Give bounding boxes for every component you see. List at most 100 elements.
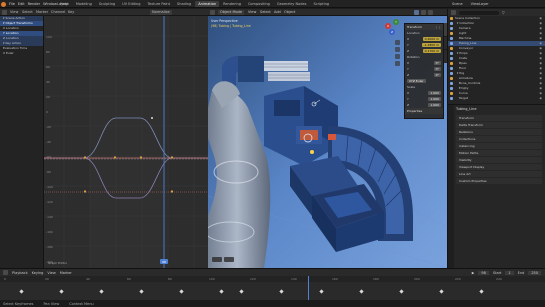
- timeline-playhead[interactable]: [308, 276, 309, 302]
- graph-menu-channel[interactable]: Channel: [51, 10, 65, 15]
- timeline-keyframe[interactable]: [479, 289, 484, 294]
- graph-menu-view[interactable]: View: [10, 10, 18, 15]
- end-frame-field[interactable]: 250: [528, 270, 541, 275]
- channel-row[interactable]: X Euler: [0, 51, 43, 56]
- scene-label[interactable]: Scene: [452, 2, 463, 6]
- properties-section-header[interactable]: Relations: [456, 129, 542, 135]
- viewport-menu-view[interactable]: View: [248, 10, 256, 15]
- selected-handle[interactable]: [151, 117, 153, 119]
- properties-section-header[interactable]: Instancing: [456, 143, 542, 149]
- scale-z-field[interactable]: 1.000: [428, 103, 441, 107]
- play-button-icon[interactable]: ▶: [472, 271, 475, 275]
- timeline-keyframe[interactable]: [59, 289, 64, 294]
- loop-toggle-icon[interactable]: [224, 257, 234, 262]
- shading-solid-icon[interactable]: [414, 10, 419, 15]
- shading-rendered-icon[interactable]: [428, 10, 433, 15]
- timeline-editor-icon[interactable]: [3, 270, 8, 275]
- workspace-tab-geometry-nodes[interactable]: Geometry Nodes: [274, 1, 310, 7]
- current-frame-field[interactable]: 98: [478, 270, 489, 275]
- editor-type-icon[interactable]: [2, 10, 7, 15]
- properties-label: Properties: [407, 109, 423, 113]
- rotation-x-field[interactable]: 0°: [433, 61, 441, 65]
- shading-material-icon[interactable]: [421, 10, 426, 15]
- timeline-keyframe[interactable]: [439, 289, 444, 294]
- viewport-menu-add[interactable]: Add: [274, 10, 281, 15]
- scale-x-field[interactable]: 1.000: [428, 91, 441, 95]
- properties-section-header[interactable]: Custom Properties: [456, 178, 542, 184]
- outliner-editor-icon[interactable]: [451, 10, 456, 15]
- menu-edit[interactable]: Edit: [18, 2, 25, 6]
- properties-section-header[interactable]: Motion Paths: [456, 150, 542, 156]
- outliner-row[interactable]: Target ◉: [448, 96, 545, 101]
- properties-section-header[interactable]: Collections: [456, 136, 542, 142]
- object-type-icon: [450, 42, 453, 45]
- view-layer-label[interactable]: ViewLayer: [471, 2, 489, 6]
- grid-toggle-icon[interactable]: [395, 61, 400, 66]
- timeline-keyframe[interactable]: [319, 289, 324, 294]
- object-mode-dropdown[interactable]: Object Mode: [218, 10, 245, 15]
- pan-hand-icon[interactable]: [395, 47, 400, 52]
- graph-canvas[interactable]: 100806040200-20-40-60-80-100-120-140-160…: [44, 16, 208, 268]
- timeline-keyframe[interactable]: [399, 289, 404, 294]
- start-frame-field[interactable]: 1: [505, 270, 514, 275]
- zoom-icon[interactable]: [395, 40, 400, 45]
- timeline-menu-keying[interactable]: Keying: [32, 271, 44, 275]
- properties-section-header[interactable]: Visibility: [456, 157, 542, 163]
- workspace-tab-sculpting[interactable]: Sculpting: [96, 1, 118, 7]
- workspace-tab-uv-editing[interactable]: UV Editing: [119, 1, 143, 7]
- timeline-keyframe[interactable]: [99, 289, 104, 294]
- graph-menu-marker[interactable]: Marker: [36, 10, 48, 15]
- play-controls-icon[interactable]: [212, 257, 222, 262]
- timeline-keyframes[interactable]: [0, 289, 545, 294]
- rotation-y-field[interactable]: 0°: [433, 67, 441, 71]
- properties-section-header[interactable]: Transform: [456, 115, 542, 121]
- menu-render[interactable]: Render: [28, 2, 40, 6]
- workspace-tab-scripting[interactable]: Scripting: [310, 1, 332, 7]
- location-z-field[interactable]: 0.1700 m: [422, 49, 441, 53]
- graph-menu-select[interactable]: Select: [22, 10, 33, 15]
- workspace-tab-rendering[interactable]: Rendering: [220, 1, 244, 7]
- timeline-keyframe[interactable]: [179, 289, 184, 294]
- workspace-tab-shading[interactable]: Shading: [174, 1, 194, 7]
- timeline-menu-playback[interactable]: Playback: [12, 271, 28, 275]
- viewport-menu-object[interactable]: Object: [284, 10, 295, 15]
- viewport-menu-select[interactable]: Select: [260, 10, 271, 15]
- workspace-tab-layout[interactable]: Layout: [54, 1, 72, 7]
- timeline-menu-marker[interactable]: Marker: [60, 271, 72, 275]
- graph-area[interactable]: 100 80 60 40 20 0 -20 -40 -60 -80 -100 -120 -140 -160…: [44, 16, 208, 268]
- properties-section-header[interactable]: Line Art: [456, 171, 542, 177]
- gizmo-x-label: X: [387, 24, 389, 28]
- camera-view-icon[interactable]: [395, 54, 400, 59]
- timeline-track[interactable]: [0, 276, 545, 302]
- timeline-keyframe[interactable]: [219, 289, 224, 294]
- timeline-keyframe[interactable]: [239, 289, 244, 294]
- viewport-editor-icon[interactable]: [210, 10, 215, 15]
- outliner-search-input[interactable]: [459, 10, 499, 15]
- timeline-keyframe[interactable]: [19, 289, 24, 294]
- properties-tab-strip: [448, 105, 454, 269]
- properties-section-header[interactable]: Viewport Display: [456, 164, 542, 170]
- menu-file[interactable]: File: [9, 2, 15, 6]
- panel-grip-icon[interactable]: ⋮⋮: [435, 24, 441, 30]
- rotation-mode-dropdown[interactable]: XYZ Euler: [407, 79, 426, 83]
- workspace-tab-modeling[interactable]: Modeling: [73, 1, 95, 7]
- workspace-tab-texture-paint[interactable]: Texture Paint: [144, 1, 173, 7]
- timeline-keyframe[interactable]: [139, 289, 144, 294]
- blender-logo-icon[interactable]: [1, 1, 6, 7]
- location-y-field[interactable]: -1.2800 m: [421, 43, 441, 47]
- properties-sections: Transform Delta Transform Relations Collect…: [456, 115, 542, 185]
- scale-y-field[interactable]: 1.000: [428, 97, 441, 101]
- timeline-keyframe[interactable]: [279, 289, 284, 294]
- timeline-menu-view[interactable]: View: [47, 271, 55, 275]
- filter-icon[interactable]: ▽: [502, 11, 505, 15]
- location-x-field[interactable]: 0.2000 m: [422, 37, 441, 41]
- graph-menu-key[interactable]: Key: [68, 10, 74, 15]
- timeline-keyframe[interactable]: [359, 289, 364, 294]
- workspace-tab-animation[interactable]: Animation: [195, 1, 220, 7]
- normalize-toggle[interactable]: Normalize: [150, 10, 172, 15]
- visibility-eye-icon[interactable]: ◉: [539, 96, 542, 101]
- properties-heading[interactable]: Properties: [405, 108, 443, 114]
- properties-section-header[interactable]: Delta Transform: [456, 122, 542, 128]
- rotation-z-field[interactable]: 0°: [433, 73, 441, 77]
- workspace-tab-compositing[interactable]: Compositing: [245, 1, 273, 7]
